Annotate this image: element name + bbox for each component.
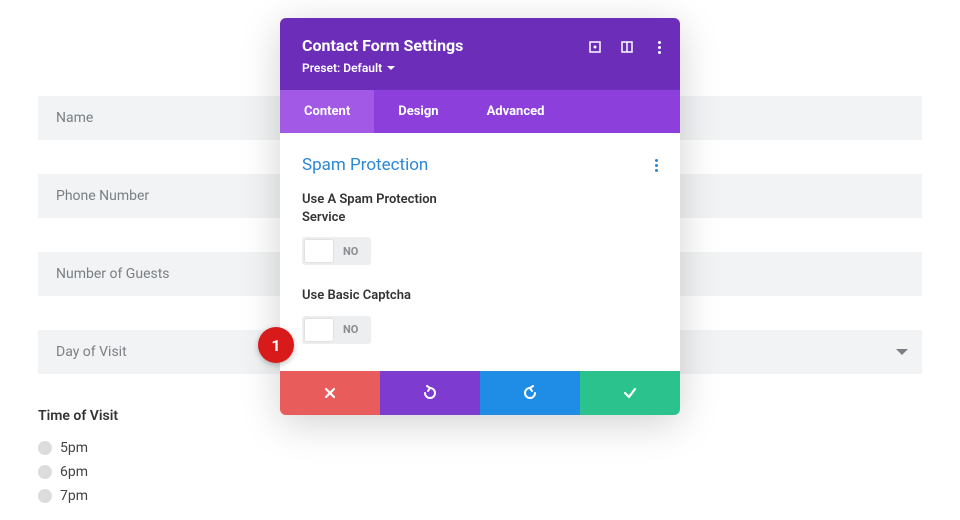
radio-label: 5pm bbox=[60, 440, 88, 456]
guests-placeholder: Number of Guests bbox=[56, 266, 170, 282]
spam-service-label: Use A Spam Protection Service bbox=[302, 191, 482, 227]
preset-dropdown[interactable]: Preset: Default bbox=[302, 61, 395, 75]
more-icon[interactable] bbox=[652, 40, 666, 54]
redo-button[interactable] bbox=[480, 371, 580, 415]
phone-placeholder: Phone Number bbox=[56, 188, 149, 204]
toggle-handle bbox=[305, 240, 333, 262]
radio-label: 6pm bbox=[60, 464, 88, 480]
radio-label: 7pm bbox=[60, 488, 88, 504]
header-actions bbox=[588, 40, 666, 54]
modal-tabs: Content Design Advanced bbox=[280, 90, 680, 133]
toggle-value: NO bbox=[333, 245, 368, 258]
redo-icon bbox=[522, 385, 538, 401]
save-button[interactable] bbox=[580, 371, 680, 415]
time-option-7pm[interactable]: 7pm bbox=[38, 484, 922, 508]
day-placeholder: Day of Visit bbox=[56, 344, 127, 360]
time-option-5pm[interactable]: 5pm bbox=[38, 436, 922, 460]
tab-design[interactable]: Design bbox=[374, 90, 462, 133]
check-icon bbox=[623, 386, 637, 400]
radio-icon bbox=[38, 489, 52, 503]
undo-button[interactable] bbox=[380, 371, 480, 415]
tab-content[interactable]: Content bbox=[280, 90, 374, 133]
modal-footer bbox=[280, 371, 680, 415]
undo-icon bbox=[422, 385, 438, 401]
section-header: Spam Protection bbox=[302, 155, 658, 175]
section-menu-icon[interactable] bbox=[655, 159, 658, 172]
expand-icon[interactable] bbox=[588, 40, 602, 54]
cancel-button[interactable] bbox=[280, 371, 380, 415]
preset-label: Preset: Default bbox=[302, 61, 382, 75]
modal-body: Spam Protection Use A Spam Protection Se… bbox=[280, 133, 680, 371]
snap-icon[interactable] bbox=[620, 40, 634, 54]
radio-icon bbox=[38, 441, 52, 455]
toggle-value: NO bbox=[333, 323, 368, 336]
tab-advanced[interactable]: Advanced bbox=[463, 90, 569, 133]
modal-header: Contact Form Settings Preset: Default bbox=[280, 18, 680, 90]
section-title[interactable]: Spam Protection bbox=[302, 155, 428, 175]
toggle-handle bbox=[305, 319, 333, 341]
close-icon bbox=[324, 387, 336, 399]
radio-icon bbox=[38, 465, 52, 479]
settings-modal: Contact Form Settings Preset: Default Co… bbox=[280, 18, 680, 415]
basic-captcha-toggle[interactable]: NO bbox=[302, 316, 371, 344]
name-placeholder: Name bbox=[56, 110, 93, 126]
annotation-callout-1: 1 bbox=[258, 327, 294, 363]
basic-captcha-label: Use Basic Captcha bbox=[302, 287, 482, 305]
spam-service-toggle[interactable]: NO bbox=[302, 237, 371, 265]
time-option-6pm[interactable]: 6pm bbox=[38, 460, 922, 484]
